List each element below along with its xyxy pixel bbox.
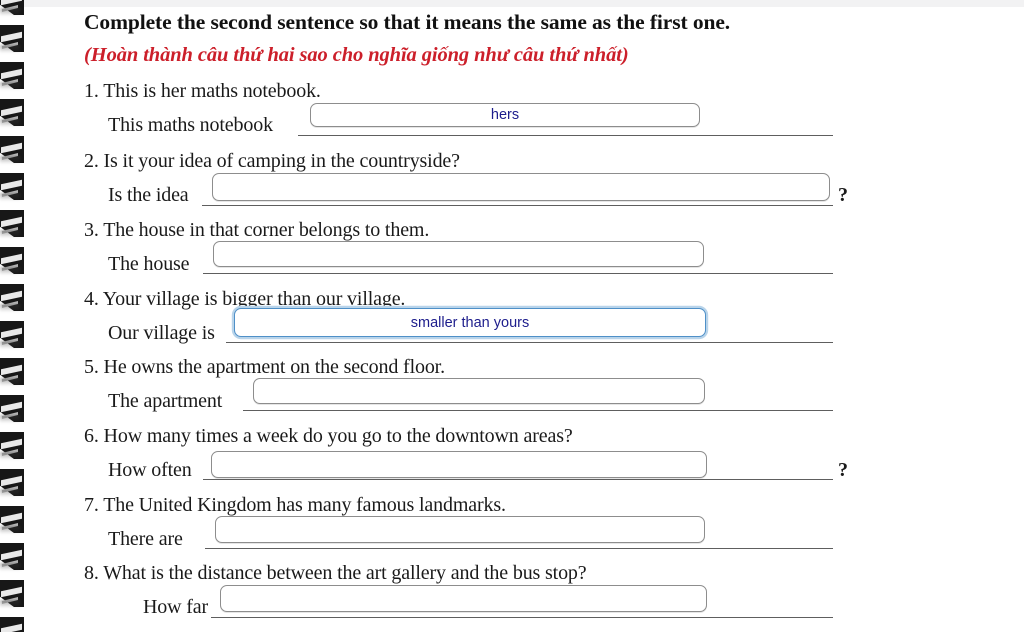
answer-stem-6: How often — [108, 459, 192, 481]
answer-input-5[interactable] — [253, 378, 705, 404]
answer-rule-7 — [205, 548, 833, 549]
answer-rule-6 — [203, 479, 833, 480]
binding-coil — [0, 580, 26, 608]
answer-input-4[interactable] — [234, 308, 706, 337]
answer-stem-8: How far — [143, 596, 209, 618]
question-prompt-3: 3. The house in that corner belongs to t… — [84, 219, 430, 241]
binding-coil — [0, 25, 26, 53]
answer-rule-1 — [298, 135, 833, 136]
question-prompt-6: 6. How many times a week do you go to th… — [84, 425, 573, 447]
answer-stem-3: The house — [108, 253, 190, 275]
binding-coil — [0, 99, 26, 127]
worksheet-page: Complete the second sentence so that it … — [0, 0, 1024, 632]
question-prompt-7: 7. The United Kingdom has many famous la… — [84, 494, 506, 516]
answer-stem-5: The apartment — [108, 390, 223, 412]
answer-rule-4 — [226, 342, 833, 343]
scan-band — [0, 0, 1024, 7]
question-prompt-8: 8. What is the distance between the art … — [84, 562, 587, 584]
question-prompt-5: 5. He owns the apartment on the second f… — [84, 356, 445, 378]
answer-input-1[interactable] — [310, 103, 700, 127]
trailing-punctuation-6: ? — [838, 459, 848, 481]
binding-coil — [0, 395, 26, 423]
binding-coil — [0, 0, 26, 16]
binding-coil — [0, 210, 26, 238]
binding-coil — [0, 506, 26, 534]
spiral-binding — [0, 0, 34, 632]
binding-coil — [0, 284, 26, 312]
answer-stem-1: This maths notebook — [108, 114, 273, 136]
page-subtitle-vietnamese: (Hoàn thành câu thứ hai sao cho nghĩa gi… — [84, 44, 629, 66]
answer-rule-2 — [202, 205, 833, 206]
question-prompt-1: 1. This is her maths notebook. — [84, 80, 321, 102]
answer-rule-3 — [203, 273, 833, 274]
binding-coil — [0, 136, 26, 164]
binding-coil — [0, 62, 26, 90]
answer-input-7[interactable] — [215, 516, 705, 543]
trailing-punctuation-2: ? — [838, 184, 848, 206]
answer-stem-7: There are — [108, 528, 183, 550]
binding-coil — [0, 247, 26, 275]
binding-coil — [0, 321, 26, 349]
answer-input-8[interactable] — [220, 585, 707, 612]
answer-input-6[interactable] — [211, 451, 707, 478]
binding-coil — [0, 617, 26, 632]
answer-input-3[interactable] — [213, 241, 704, 267]
question-prompt-2: 2. Is it your idea of camping in the cou… — [84, 150, 460, 172]
binding-coil — [0, 173, 26, 201]
binding-coil — [0, 432, 26, 460]
answer-stem-2: Is the idea — [108, 184, 189, 206]
answer-rule-5 — [243, 410, 833, 411]
answer-input-2[interactable] — [212, 173, 830, 201]
binding-coil — [0, 358, 26, 386]
answer-stem-4: Our village is — [108, 322, 215, 344]
binding-coil — [0, 543, 26, 571]
answer-rule-8 — [211, 617, 833, 618]
page-title: Complete the second sentence so that it … — [84, 10, 731, 34]
binding-coil — [0, 469, 26, 497]
